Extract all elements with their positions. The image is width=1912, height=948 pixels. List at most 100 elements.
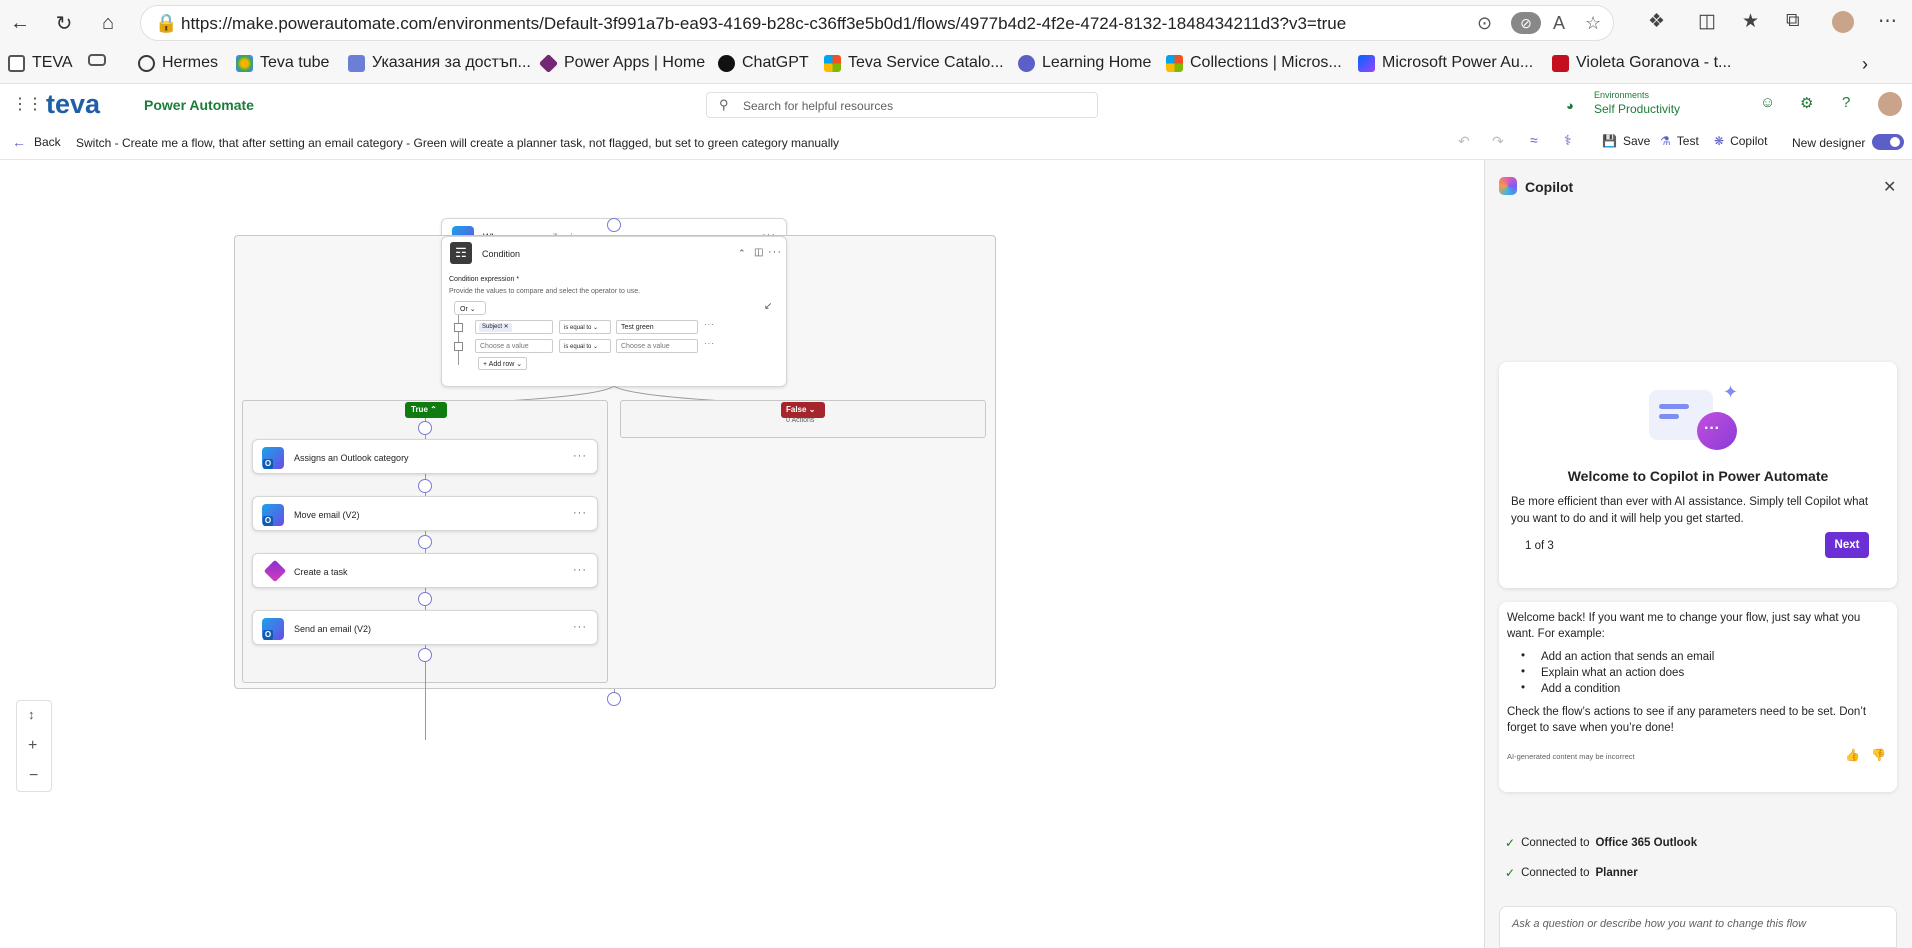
bookmark-access[interactable]: Указания за достъп...: [348, 54, 531, 72]
tracking-prevention-icon[interactable]: ⊘: [1511, 12, 1541, 34]
new-designer-toggle[interactable]: [1872, 134, 1904, 150]
add-row-button[interactable]: + Add row ⌄: [478, 357, 528, 370]
bookmarks-overflow-icon[interactable]: ›: [1862, 54, 1868, 75]
collapse-icon[interactable]: ↙: [764, 301, 772, 312]
row1-operator-dropdown[interactable]: is equal to ⌄: [559, 320, 611, 334]
environment-name[interactable]: Self Productivity: [1594, 102, 1680, 116]
url-text[interactable]: https://make.powerautomate.com/environme…: [181, 14, 1346, 34]
more-menu-icon[interactable]: ⋯: [1878, 10, 1897, 33]
zoom-out-icon[interactable]: −: [29, 767, 38, 785]
add-step-icon[interactable]: [418, 421, 432, 435]
add-step-icon[interactable]: [418, 648, 432, 662]
profile-avatar[interactable]: [1832, 11, 1854, 33]
site-info-icon[interactable]: 🔒: [155, 13, 177, 34]
add-step-icon[interactable]: [418, 479, 432, 493]
refresh-icon[interactable]: ↻: [50, 9, 78, 37]
copilot-button[interactable]: ❋ Copilot: [1714, 134, 1767, 148]
flask-icon: ⚗: [1660, 134, 1671, 148]
more-options-icon[interactable]: ···: [573, 564, 587, 576]
row2-more-icon[interactable]: ···: [704, 339, 715, 348]
bookmark-collections[interactable]: Collections | Micros...: [1166, 54, 1342, 72]
close-icon[interactable]: ✕: [1883, 177, 1896, 197]
action-title: Move email (V2): [294, 510, 360, 520]
outlook-icon: [262, 618, 284, 640]
user-avatar[interactable]: [1878, 92, 1902, 116]
action-card-create-task[interactable]: Create a task ···: [252, 553, 598, 588]
environment-label: Environments: [1594, 90, 1650, 100]
add-step-icon[interactable]: [607, 218, 621, 232]
bookmark-teva[interactable]: TEVA: [8, 54, 73, 72]
more-options-icon[interactable]: ···: [573, 621, 587, 633]
false-badge[interactable]: False ⌄: [781, 402, 825, 418]
row2-right-value[interactable]: Choose a value: [616, 339, 698, 353]
more-options-icon[interactable]: ···: [768, 246, 782, 258]
row1-more-icon[interactable]: ···: [704, 320, 715, 329]
back-button[interactable]: ← Back: [12, 134, 61, 150]
action-title: Create a task: [294, 567, 348, 577]
stethoscope-icon[interactable]: ⚕: [1564, 132, 1572, 149]
split-screen-icon[interactable]: ◫: [1698, 10, 1716, 33]
collections-icon[interactable]: ⧉: [1786, 10, 1800, 32]
home-icon[interactable]: ⌂: [94, 9, 122, 37]
flow-checker-icon[interactable]: ≈: [1530, 132, 1538, 148]
ai-disclaimer: AI-generated content may be incorrect: [1507, 752, 1635, 761]
collapse-chevron-icon[interactable]: ⌃: [738, 248, 746, 259]
zoom-in-icon[interactable]: +: [28, 737, 37, 755]
subject-token[interactable]: Subject ✕: [479, 323, 512, 332]
add-step-icon[interactable]: [418, 535, 432, 549]
row2-operator-dropdown[interactable]: is equal to ⌄: [559, 339, 611, 353]
row1-checkbox[interactable]: [454, 323, 463, 332]
row2-checkbox[interactable]: [454, 342, 463, 351]
action-card-send-email[interactable]: Send an email (V2) ···: [252, 610, 598, 645]
row1-left-value[interactable]: Subject ✕: [475, 320, 553, 334]
check-circle-icon: ✓: [1505, 866, 1516, 880]
connection-planner: ✓ Connected to Planner: [1505, 866, 1638, 880]
bookmark-app[interactable]: [88, 54, 106, 66]
or-dropdown[interactable]: Or ⌄: [454, 301, 486, 315]
favorite-star-icon[interactable]: ☆: [1585, 13, 1601, 34]
bookmark-hermes[interactable]: Hermes: [138, 54, 218, 72]
extensions-icon[interactable]: ❖: [1648, 10, 1665, 33]
bookmark-power-apps[interactable]: Power Apps | Home: [538, 53, 705, 73]
true-badge[interactable]: True ⌃: [405, 402, 447, 418]
add-step-icon[interactable]: [607, 692, 621, 706]
help-icon[interactable]: ?: [1842, 94, 1850, 111]
add-step-icon[interactable]: [418, 592, 432, 606]
thumbs-up-icon[interactable]: 👍: [1845, 748, 1860, 762]
copilot-input[interactable]: Ask a question or describe how you want …: [1499, 906, 1897, 948]
more-options-icon[interactable]: ···: [573, 450, 587, 462]
flow-canvas[interactable]: When a new email arrives ··· ☶ Condition…: [0, 160, 1484, 948]
bookmark-service-catalog[interactable]: Teva Service Catalo...: [824, 54, 1004, 72]
more-options-icon[interactable]: ···: [573, 507, 587, 519]
copilot-icon: ❋: [1714, 134, 1725, 148]
thumbs-down-icon[interactable]: 👎: [1871, 748, 1886, 762]
app-name[interactable]: Power Automate: [144, 97, 254, 113]
bookmark-learning-home[interactable]: Learning Home: [1018, 54, 1151, 72]
zoom-icon[interactable]: ⊙: [1477, 13, 1492, 34]
address-bar[interactable]: 🔒 https://make.powerautomate.com/environ…: [140, 5, 1614, 41]
save-button[interactable]: 💾 Save: [1602, 134, 1650, 148]
condition-card[interactable]: ☶ Condition ⌃ ◫ ··· Condition expression…: [441, 236, 787, 387]
office-icon: [1552, 54, 1569, 72]
action-card-move-email[interactable]: Move email (V2) ···: [252, 496, 598, 531]
bookmark-power-automate[interactable]: Microsoft Power Au...: [1358, 54, 1533, 72]
read-aloud-icon[interactable]: A: [1553, 13, 1565, 34]
expand-panel-icon[interactable]: ◫: [754, 247, 763, 258]
test-button[interactable]: ⚗ Test: [1660, 134, 1699, 148]
row2-left-value[interactable]: Choose a value: [475, 339, 553, 353]
next-button[interactable]: Next: [1825, 532, 1869, 558]
bookmark-teva-tube[interactable]: Teva tube: [236, 54, 329, 72]
search-box[interactable]: ⚲ Search for helpful resources: [706, 92, 1098, 118]
heart-icon: [1018, 54, 1035, 72]
favorites-icon[interactable]: ★: [1742, 10, 1759, 33]
fit-view-icon[interactable]: ↕: [28, 707, 35, 722]
bookmark-violeta[interactable]: Violeta Goranova - t...: [1552, 54, 1731, 72]
back-arrow-icon[interactable]: ←: [6, 9, 34, 37]
settings-gear-icon[interactable]: ⚙: [1800, 94, 1813, 112]
row1-right-value[interactable]: Test green: [616, 320, 698, 334]
bookmark-chatgpt[interactable]: ChatGPT: [718, 54, 809, 72]
action-card-outlook-category[interactable]: Assigns an Outlook category ···: [252, 439, 598, 474]
redo-icon[interactable]: ↷: [1492, 133, 1504, 150]
undo-icon[interactable]: ↶: [1458, 133, 1470, 150]
feedback-smiley-icon[interactable]: ☺: [1760, 94, 1775, 111]
